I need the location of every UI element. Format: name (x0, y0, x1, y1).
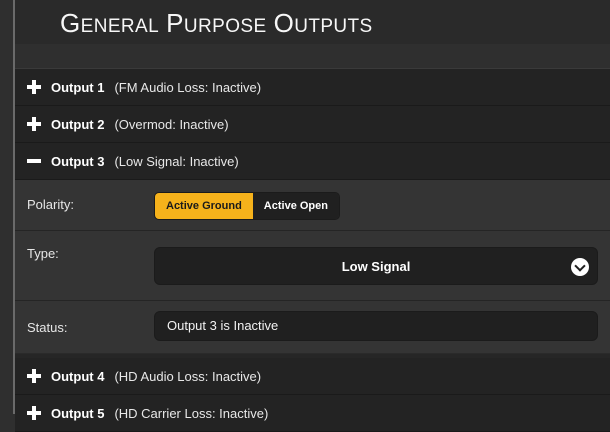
output-3-header[interactable]: Output 3 (Low Signal: Inactive) (15, 143, 610, 180)
type-select[interactable]: Low Signal (154, 247, 598, 285)
output-2-header[interactable]: Output 2 (Overmod: Inactive) (15, 106, 610, 143)
output-name: Output 4 (51, 368, 105, 384)
expand-plus-icon[interactable] (27, 406, 41, 420)
status-label: Status: (27, 320, 68, 335)
output-name: Output 3 (51, 153, 105, 169)
expand-plus-icon[interactable] (27, 369, 41, 383)
status-field: Output 3 is Inactive (154, 311, 598, 341)
output-status: (Overmod: Inactive) (114, 116, 229, 132)
output-4-header[interactable]: Output 4 (HD Audio Loss: Inactive) (15, 358, 610, 395)
outputs-panel: Output 1 (FM Audio Loss: Inactive) Outpu… (15, 68, 610, 432)
output-name: Output 5 (51, 405, 105, 421)
polarity-label: Polarity: (27, 197, 74, 212)
output-status: (HD Carrier Loss: Inactive) (114, 405, 269, 421)
output-status: (Low Signal: Inactive) (114, 153, 239, 169)
polarity-row: Polarity: Active Ground Active Open (15, 180, 610, 231)
type-row: Type: Low Signal (15, 231, 610, 302)
expand-plus-icon[interactable] (27, 80, 41, 94)
header: GENERAL PURPOSE OUTPUTS (15, 0, 610, 44)
active-open-button[interactable]: Active Open (252, 193, 339, 219)
output-status: (FM Audio Loss: Inactive) (114, 79, 262, 95)
status-row: Status: Output 3 is Inactive (15, 301, 610, 354)
page-title: GENERAL PURPOSE OUTPUTS (60, 8, 373, 38)
type-label: Type: (27, 246, 59, 261)
collapse-minus-icon[interactable] (27, 154, 41, 168)
type-select-value: Low Signal (341, 258, 411, 274)
chevron-down-icon[interactable] (571, 258, 589, 276)
polarity-toggle: Active Ground Active Open (154, 192, 340, 220)
output-name: Output 2 (51, 116, 105, 132)
output-name: Output 1 (51, 79, 105, 95)
expand-plus-icon[interactable] (27, 117, 41, 131)
output-1-header[interactable]: Output 1 (FM Audio Loss: Inactive) (15, 69, 610, 106)
active-ground-button[interactable]: Active Ground (155, 193, 253, 219)
output-status: (HD Audio Loss: Inactive) (114, 368, 262, 384)
